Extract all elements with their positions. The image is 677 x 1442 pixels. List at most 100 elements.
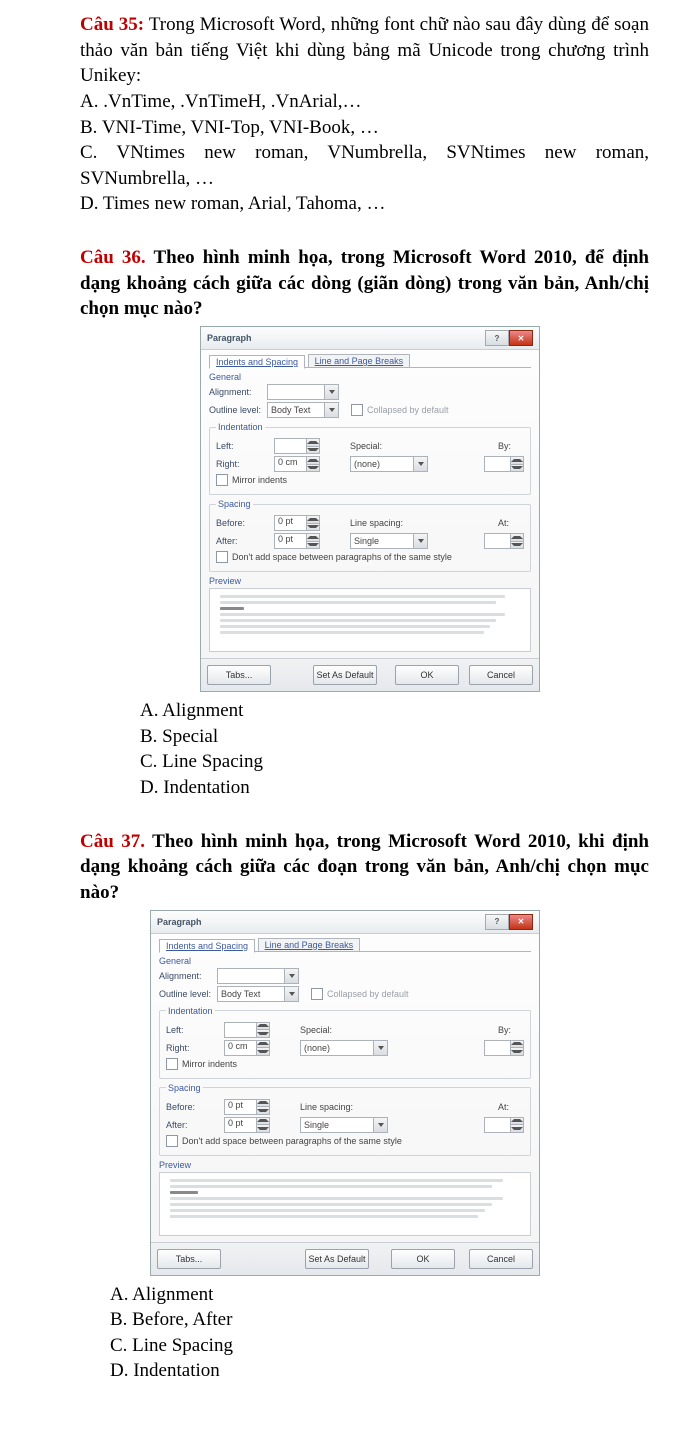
question-36: Câu 36. Theo hình minh họa, trong Micros…	[80, 245, 649, 800]
right-label-2: Right:	[166, 1043, 224, 1053]
left-input[interactable]	[274, 438, 320, 454]
at-input[interactable]	[484, 533, 524, 549]
window-buttons-2: ? ✕	[485, 914, 533, 930]
outline-combo-2[interactable]: Body Text	[217, 986, 299, 1002]
right-input[interactable]: 0 cm	[274, 456, 320, 472]
help-button[interactable]: ?	[485, 330, 509, 346]
alignment-combo[interactable]	[267, 384, 339, 400]
mirror-checkbox[interactable]	[216, 474, 228, 486]
by-label: By:	[498, 441, 524, 451]
close-button-2[interactable]: ✕	[509, 914, 533, 930]
tab-indents-spacing-2[interactable]: Indents and Spacing	[159, 939, 255, 953]
right-label: Right:	[216, 459, 274, 469]
q35-opt-a: A. .VnTime, .VnTimeH, .VnArial,…	[80, 89, 649, 115]
alignment-label-2: Alignment:	[159, 971, 217, 981]
linespacing-combo[interactable]: Single	[350, 533, 428, 549]
close-button[interactable]: ✕	[509, 330, 533, 346]
linespacing-label: Line spacing:	[350, 518, 416, 528]
spacing-legend-2: Spacing	[166, 1083, 203, 1093]
q35-options: A. .VnTime, .VnTimeH, .VnArial,… B. VNI-…	[80, 89, 649, 217]
window-buttons: ? ✕	[485, 330, 533, 346]
after-label: After:	[216, 536, 274, 546]
mirror-label-2: Mirror indents	[182, 1059, 237, 1069]
collapsed-checkbox[interactable]	[351, 404, 363, 416]
left-input-2[interactable]	[224, 1022, 270, 1038]
dontadd-checkbox[interactable]	[216, 551, 228, 563]
cancel-button-2[interactable]: Cancel	[469, 1249, 533, 1269]
set-default-button[interactable]: Set As Default	[313, 665, 377, 685]
q35-opt-b: B. VNI-Time, VNI-Top, VNI-Book, …	[80, 115, 649, 141]
dialog-titlebar-2: Paragraph ? ✕	[151, 911, 539, 934]
q36-text: Câu 36. Theo hình minh họa, trong Micros…	[80, 245, 649, 322]
spacing-group-2: Spacing Before: 0 pt Line spacing: At: A…	[159, 1083, 531, 1156]
linespacing-combo-2[interactable]: Single	[300, 1117, 388, 1133]
indentation-legend-2: Indentation	[166, 1006, 215, 1016]
q35-text: Câu 35: Trong Microsoft Word, những font…	[80, 12, 649, 89]
dialog-tabs-2: Indents and Spacing Line and Page Breaks	[159, 938, 531, 952]
right-input-2[interactable]: 0 cm	[224, 1040, 270, 1056]
outline-combo[interactable]: Body Text	[267, 402, 339, 418]
before-label-2: Before:	[166, 1102, 224, 1112]
dialog-title: Paragraph	[207, 333, 252, 343]
dialog-tabs: Indents and Spacing Line and Page Breaks	[209, 354, 531, 368]
q36-opt-c: C. Line Spacing	[140, 749, 649, 775]
by-input[interactable]	[484, 456, 524, 472]
set-default-button-2[interactable]: Set As Default	[305, 1249, 369, 1269]
q35-opt-d: D. Times new roman, Arial, Tahoma, …	[80, 191, 649, 217]
question-35: Câu 35: Trong Microsoft Word, những font…	[80, 12, 649, 217]
ok-button[interactable]: OK	[395, 665, 459, 685]
alignment-combo-2[interactable]	[217, 968, 299, 984]
indentation-group-2: Indentation Left: Special: By: Right: 0 …	[159, 1006, 531, 1079]
q36-opt-d: D. Indentation	[140, 775, 649, 801]
at-label: At:	[498, 518, 524, 528]
outline-label: Outline level:	[209, 405, 267, 415]
dontadd-checkbox-2[interactable]	[166, 1135, 178, 1147]
by-label-2: By:	[498, 1025, 524, 1035]
by-input-2[interactable]	[484, 1040, 524, 1056]
spacing-group: Spacing Before: 0 pt Line spacing: At: A…	[209, 499, 531, 572]
after-input[interactable]: 0 pt	[274, 533, 320, 549]
alignment-label: Alignment:	[209, 387, 267, 397]
general-label-2: General	[159, 956, 531, 966]
help-button-2[interactable]: ?	[485, 914, 509, 930]
q35-opt-c: C. VNtimes new roman, VNumbrella, SVNtim…	[80, 140, 649, 191]
at-label-2: At:	[498, 1102, 524, 1112]
left-label-2: Left:	[166, 1025, 224, 1035]
special-combo-2[interactable]: (none)	[300, 1040, 388, 1056]
dialog-body-2: Indents and Spacing Line and Page Breaks…	[151, 934, 539, 1242]
preview-box	[209, 588, 531, 652]
outline-label-2: Outline level:	[159, 989, 217, 999]
paragraph-dialog: Paragraph ? ✕ Indents and Spacing Line a…	[200, 326, 540, 692]
special-label-2: Special:	[300, 1025, 356, 1035]
q37-opt-b: B. Before, After	[110, 1307, 649, 1333]
q36-opt-b: B. Special	[140, 724, 649, 750]
cancel-button[interactable]: Cancel	[469, 665, 533, 685]
tab-indents-spacing[interactable]: Indents and Spacing	[209, 355, 305, 369]
spacing-legend: Spacing	[216, 499, 253, 509]
tabs-button-2[interactable]: Tabs...	[157, 1249, 221, 1269]
q37-opt-a: A. Alignment	[110, 1282, 649, 1308]
question-37: Câu 37. Theo hình minh họa, trong Micros…	[80, 829, 649, 1384]
before-label: Before:	[216, 518, 274, 528]
paragraph-dialog-2: Paragraph ? ✕ Indents and Spacing Line a…	[150, 910, 540, 1276]
mirror-label: Mirror indents	[232, 475, 287, 485]
before-input-2[interactable]: 0 pt	[224, 1099, 270, 1115]
mirror-checkbox-2[interactable]	[166, 1058, 178, 1070]
tab-line-page-breaks-2[interactable]: Line and Page Breaks	[258, 938, 361, 952]
before-input[interactable]: 0 pt	[274, 515, 320, 531]
q37-dialog-wrap: Paragraph ? ✕ Indents and Spacing Line a…	[150, 910, 649, 1276]
collapsed-checkbox-2[interactable]	[311, 988, 323, 1000]
dialog-buttons: Tabs... Set As Default OK Cancel	[201, 658, 539, 691]
at-input-2[interactable]	[484, 1117, 524, 1133]
tabs-button[interactable]: Tabs...	[207, 665, 271, 685]
ok-button-2[interactable]: OK	[391, 1249, 455, 1269]
preview-box-2	[159, 1172, 531, 1236]
tab-line-page-breaks[interactable]: Line and Page Breaks	[308, 354, 411, 368]
general-label: General	[209, 372, 531, 382]
q36-dialog-wrap: Paragraph ? ✕ Indents and Spacing Line a…	[200, 326, 649, 692]
dialog-body: Indents and Spacing Line and Page Breaks…	[201, 350, 539, 658]
q37-text: Câu 37. Theo hình minh họa, trong Micros…	[80, 829, 649, 906]
special-combo[interactable]: (none)	[350, 456, 428, 472]
after-label-2: After:	[166, 1120, 224, 1130]
after-input-2[interactable]: 0 pt	[224, 1117, 270, 1133]
